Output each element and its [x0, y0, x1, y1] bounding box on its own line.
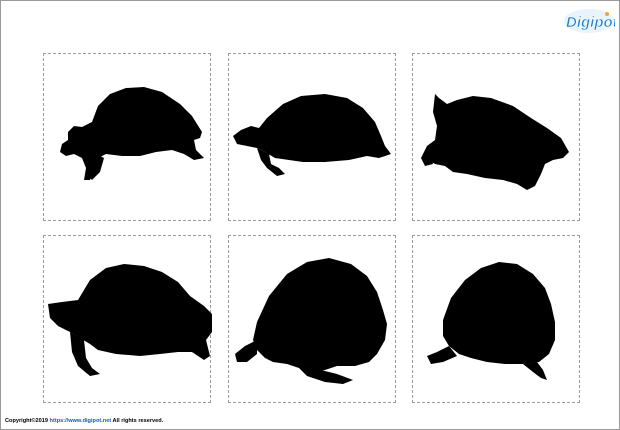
silhouette-grid	[1, 1, 619, 429]
turtle-silhouette-icon	[233, 94, 391, 176]
silhouette-card	[412, 235, 580, 403]
silhouette-card	[228, 53, 396, 221]
silhouette-card	[43, 53, 211, 221]
silhouette-card	[228, 235, 396, 403]
turtle-silhouette-icon	[60, 87, 204, 180]
rights-text: All rights reserved.	[111, 418, 164, 424]
site-link[interactable]: https://www.digipot.net	[50, 418, 112, 424]
copyright-text: Copyright©2019	[5, 418, 50, 424]
turtle-silhouette-icon	[421, 94, 569, 190]
turtle-silhouette-icon	[48, 264, 212, 376]
turtle-silhouette-icon	[235, 258, 387, 384]
silhouette-card	[412, 53, 580, 221]
silhouette-card	[43, 235, 212, 403]
copyright-footer: Copyright©2019 https://www.digipot.net A…	[5, 418, 163, 424]
turtle-silhouette-icon	[427, 262, 555, 380]
printable-sheet: Digipot Copyright©2019 https://www.digip…	[0, 0, 620, 430]
